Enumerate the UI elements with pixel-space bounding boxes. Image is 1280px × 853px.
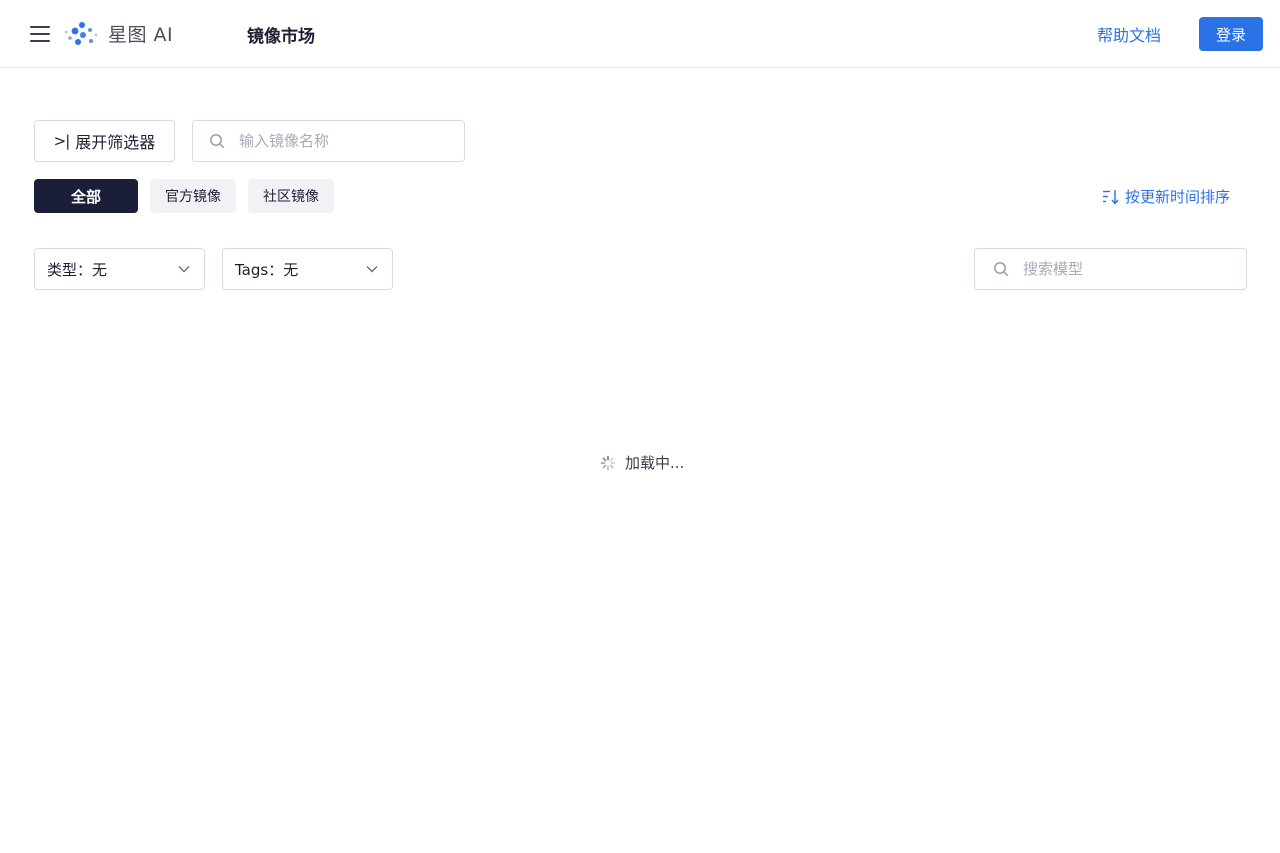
tags-select-value: Tags：无	[235, 260, 299, 279]
tab-official-images[interactable]: 官方镜像	[150, 179, 236, 213]
chevron-down-icon	[366, 266, 378, 273]
logo-icon	[64, 22, 98, 45]
model-search[interactable]	[974, 248, 1247, 290]
page-title: 镜像市场	[247, 27, 315, 47]
tab-all[interactable]: 全部	[34, 179, 138, 213]
sort-label: 按更新时间排序	[1125, 188, 1231, 206]
brand-name: 星图 AI	[108, 24, 174, 46]
expand-filter-label: 展开筛选器	[75, 133, 156, 152]
chevron-down-icon	[178, 266, 190, 273]
help-docs-link[interactable]: 帮助文档	[1097, 22, 1161, 46]
type-select[interactable]: 类型：无	[34, 248, 205, 290]
login-button[interactable]: 登录	[1199, 17, 1263, 51]
tags-select[interactable]: Tags：无	[222, 248, 393, 290]
expand-icon: >|	[53, 132, 71, 150]
search-icon	[994, 262, 1009, 277]
image-name-search[interactable]	[192, 120, 465, 162]
search-icon	[210, 134, 225, 149]
top-header: 星图 AI 镜像市场 帮助文档 登录	[0, 0, 1280, 68]
type-select-value: 类型：无	[47, 260, 108, 279]
image-name-input[interactable]	[239, 132, 464, 150]
loading-indicator: 加载中...	[600, 452, 684, 473]
sort-by-update-time-button[interactable]: 按更新时间排序	[1102, 186, 1230, 207]
sort-icon	[1103, 189, 1119, 205]
model-search-input[interactable]	[1023, 260, 1246, 278]
expand-filter-button[interactable]: >| 展开筛选器	[34, 120, 175, 162]
loading-text: 加载中...	[625, 454, 685, 472]
tab-community-images[interactable]: 社区镜像	[248, 179, 334, 213]
menu-icon[interactable]	[30, 25, 50, 43]
spinner-icon	[600, 455, 616, 470]
